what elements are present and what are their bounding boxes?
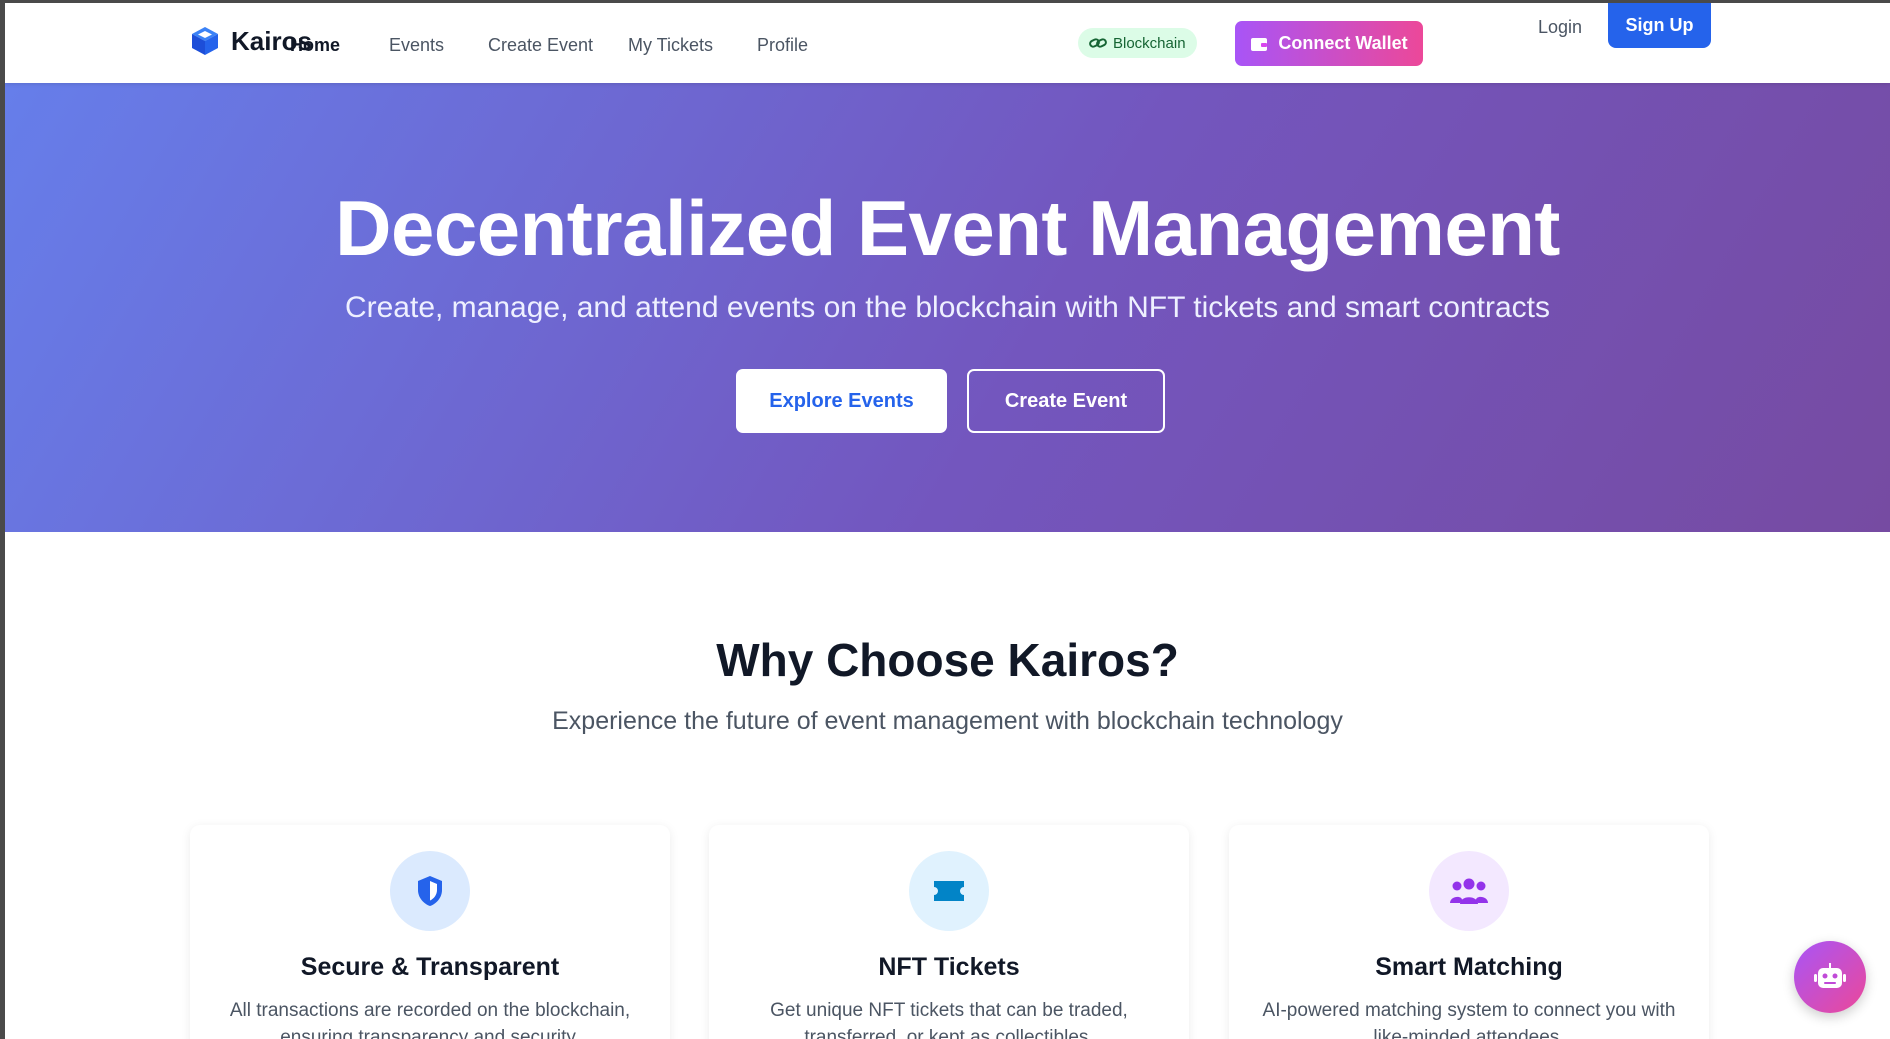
feature-card-title: Secure & Transparent: [300, 953, 560, 981]
feature-card-nft: NFT Tickets Get unique NFT tickets that …: [709, 825, 1189, 1039]
users-icon: [1450, 878, 1488, 904]
feature-icon-wrap: [1429, 851, 1509, 931]
feature-card-text: AI-powered matching system to connect yo…: [1262, 1000, 1676, 1039]
wallet-icon: [1251, 37, 1268, 51]
feature-icon-wrap: [390, 851, 470, 931]
robot-icon: [1814, 963, 1846, 988]
browser-viewport: Kairos Home Events Create Event My Ticke…: [5, 3, 1890, 1039]
why-subtitle: Experience the future of event managemen…: [552, 707, 1343, 735]
login-link[interactable]: Login: [1538, 17, 1582, 38]
link-icon: [1089, 38, 1107, 48]
feature-card-matching: Smart Matching AI-powered matching syste…: [1229, 825, 1709, 1039]
hero-subtitle: Create, manage, and attend events on the…: [344, 291, 1551, 324]
sign-up-button[interactable]: Sign Up: [1608, 3, 1711, 48]
cube-icon: [192, 27, 218, 55]
connect-wallet-label: Connect Wallet: [1278, 33, 1408, 53]
why-title: Why Choose Kairos?: [716, 634, 1179, 686]
hero-title: Decentralized Event Management: [335, 184, 1560, 272]
feature-card-secure: Secure & Transparent All transactions ar…: [190, 825, 670, 1039]
feature-card-title: NFT Tickets: [878, 953, 1020, 981]
navbar: Kairos Home Events Create Event My Ticke…: [5, 3, 1890, 83]
feature-card-text: All transactions are recorded on the blo…: [229, 1000, 631, 1039]
feature-card-title: Smart Matching: [1375, 953, 1563, 981]
ticket-icon: [934, 881, 964, 901]
feature-icon-wrap: [909, 851, 989, 931]
nav-link-profile[interactable]: Profile: [757, 35, 808, 56]
chat-assistant-button[interactable]: [1794, 941, 1866, 1013]
shield-icon: [418, 876, 442, 906]
nav-link-create-event[interactable]: Create Event: [488, 35, 593, 56]
connect-wallet-button[interactable]: Connect Wallet: [1235, 21, 1423, 66]
feature-card-text: Get unique NFT tickets that can be trade…: [770, 1000, 1128, 1039]
nav-link-my-tickets[interactable]: My Tickets: [628, 35, 713, 56]
nav-link-home[interactable]: Home: [290, 35, 340, 56]
nav-link-events[interactable]: Events: [389, 35, 444, 56]
blockchain-badge-label: Blockchain: [1113, 34, 1186, 52]
create-event-button[interactable]: Create Event: [967, 369, 1165, 433]
blockchain-badge: Blockchain: [1078, 28, 1197, 58]
hero-buttons: Explore Events Create Event: [5, 369, 1890, 433]
explore-events-button[interactable]: Explore Events: [736, 369, 947, 433]
hero-section: Decentralized Event Management Create, m…: [5, 83, 1890, 532]
